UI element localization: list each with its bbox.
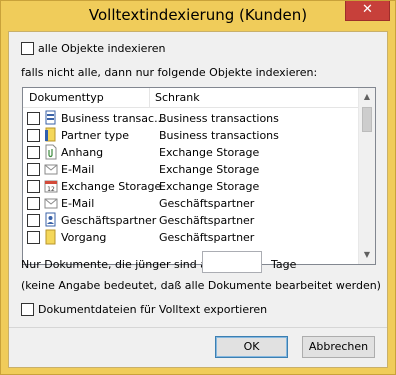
days-input[interactable] — [202, 251, 262, 273]
business-transaction-icon — [45, 110, 56, 125]
row-store: Exchange Storage — [159, 180, 260, 193]
row-store: Geschäftspartner — [159, 197, 255, 210]
column-header-type[interactable]: Dokumenttyp — [29, 91, 104, 104]
email-icon — [44, 198, 58, 209]
list-item[interactable]: E-Mail Geschäftspartner — [23, 195, 359, 212]
export-label: Dokumentdateien für Volltext exportieren — [38, 303, 268, 316]
row-store: Exchange Storage — [159, 146, 260, 159]
cancel-button[interactable]: Abbrechen — [302, 336, 375, 358]
dialog-client-area: alle Objekte indexieren falls nicht alle… — [8, 31, 388, 368]
list-item[interactable]: Business transac... Business transaction… — [23, 110, 359, 127]
svg-text:12: 12 — [47, 186, 55, 193]
all-objects-checkbox[interactable] — [21, 42, 34, 55]
age-filter-hint: (keine Angabe bedeutet, daß alle Dokumen… — [21, 279, 381, 292]
partner-type-icon — [45, 127, 56, 142]
list-item[interactable]: 12 Exchange Storage Exchange Storage — [23, 178, 359, 195]
row-checkbox[interactable] — [27, 163, 40, 176]
column-divider[interactable] — [149, 88, 150, 108]
email-icon — [44, 164, 58, 175]
folder-icon — [45, 229, 56, 245]
close-button[interactable]: ✕ — [345, 1, 390, 21]
days-unit-label: Tage — [271, 258, 297, 271]
list-item[interactable]: Geschäftspartner Geschäftspartner — [23, 212, 359, 229]
business-partner-icon — [45, 212, 56, 227]
scroll-up-arrow-icon[interactable]: ▲ — [359, 88, 375, 105]
row-type: Vorgang — [61, 231, 107, 244]
list-item[interactable]: Anhang Exchange Storage — [23, 144, 359, 161]
row-checkbox[interactable] — [27, 129, 40, 142]
row-store: Business transactions — [159, 129, 279, 142]
document-type-list[interactable]: Dokumenttyp Schrank Business transac... … — [22, 87, 376, 265]
all-objects-label: alle Objekte indexieren — [38, 42, 166, 55]
export-checkbox[interactable] — [21, 303, 34, 316]
row-type: E-Mail — [61, 163, 95, 176]
row-checkbox[interactable] — [27, 214, 40, 227]
row-checkbox[interactable] — [27, 197, 40, 210]
row-store: Geschäftspartner — [159, 214, 255, 227]
close-icon: ✕ — [362, 2, 373, 17]
dialog-window: Volltextindexierung (Kunden) ✕ alle Obje… — [0, 0, 396, 375]
ok-button[interactable]: OK — [215, 336, 288, 358]
list-item[interactable]: E-Mail Exchange Storage — [23, 161, 359, 178]
list-vertical-scrollbar[interactable]: ▲ ▼ — [358, 88, 375, 264]
age-filter-label: Nur Dokumente, die jünger sind als — [21, 258, 216, 271]
row-type: E-Mail — [61, 197, 95, 210]
list-header: Dokumenttyp Schrank — [23, 88, 359, 108]
attachment-icon — [45, 144, 57, 160]
calendar-icon: 12 — [44, 180, 58, 193]
scroll-down-arrow-icon[interactable]: ▼ — [359, 246, 375, 263]
row-type: Anhang — [61, 146, 104, 159]
row-type: Geschäftspartner — [61, 214, 157, 227]
column-header-store[interactable]: Schrank — [155, 91, 200, 104]
row-store: Geschäftspartner — [159, 231, 255, 244]
window-title: Volltextindexierung (Kunden) — [88, 6, 308, 24]
row-checkbox[interactable] — [27, 180, 40, 193]
row-store: Exchange Storage — [159, 163, 260, 176]
title-bar[interactable]: Volltextindexierung (Kunden) ✕ — [1, 1, 395, 31]
row-type: Partner type — [61, 129, 130, 142]
button-separator — [9, 327, 387, 328]
list-item[interactable]: Vorgang Geschäftspartner — [23, 229, 359, 246]
filter-objects-label: falls nicht alle, dann nur folgende Obje… — [21, 66, 318, 79]
row-store: Business transactions — [159, 112, 279, 125]
row-checkbox[interactable] — [27, 112, 40, 125]
scroll-thumb[interactable] — [362, 107, 372, 132]
row-checkbox[interactable] — [27, 231, 40, 244]
row-type: Business transac... — [61, 112, 165, 125]
row-checkbox[interactable] — [27, 146, 40, 159]
list-item[interactable]: Partner type Business transactions — [23, 127, 359, 144]
row-type: Exchange Storage — [61, 180, 162, 193]
